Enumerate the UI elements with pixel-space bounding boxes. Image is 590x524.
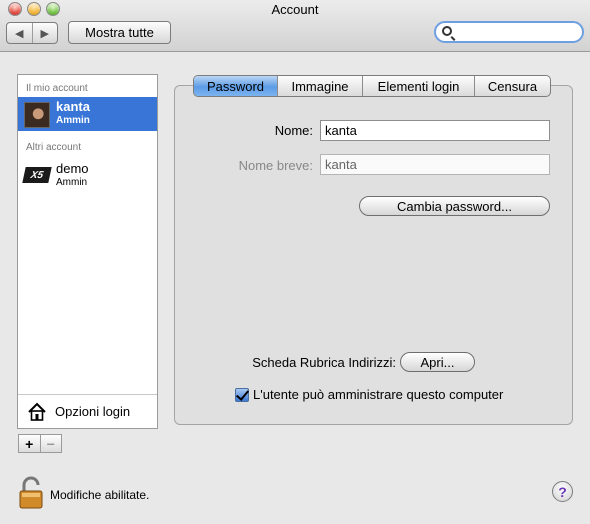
show-all-button[interactable]: Mostra tutte	[68, 21, 171, 44]
account-role: Ammin	[56, 115, 90, 126]
account-role: Ammin	[56, 177, 88, 188]
title-bar: Account ◀ ▶ Mostra tutte	[0, 0, 590, 52]
window-title: Account	[271, 2, 319, 17]
house-icon	[28, 402, 46, 421]
short-name-field: kanta	[320, 154, 550, 175]
account-name: kanta	[56, 99, 90, 114]
tab-image[interactable]: Immagine	[278, 76, 363, 96]
name-label: Nome:	[274, 123, 313, 138]
tab-password[interactable]: Password	[194, 76, 278, 96]
back-arrow-icon[interactable]: ◀	[7, 23, 33, 43]
help-button[interactable]: ?	[552, 481, 573, 502]
x5-logo-icon: X5	[22, 167, 52, 183]
account-list: Il mio account kanta Ammin Altri account…	[17, 74, 158, 429]
login-options-item[interactable]: Opzioni login	[18, 394, 157, 428]
account-item-demo[interactable]: X5 demo Ammin	[18, 159, 157, 193]
forward-arrow-icon[interactable]: ▶	[33, 23, 58, 43]
admin-checkbox-label: L'utente può amministrare questo compute…	[253, 387, 504, 402]
avatar	[24, 102, 50, 128]
lock-icon[interactable]	[18, 476, 46, 510]
account-item-kanta[interactable]: kanta Ammin	[18, 97, 157, 131]
other-accounts-header: Altri account	[26, 142, 82, 153]
back-forward-control: ◀ ▶	[6, 22, 58, 44]
tab-parental-controls[interactable]: Censura	[475, 76, 550, 96]
tab-login-items[interactable]: Elementi login	[363, 76, 475, 96]
admin-checkbox[interactable]	[235, 388, 249, 402]
account-name: demo	[56, 161, 89, 176]
change-password-button[interactable]: Cambia password...	[359, 196, 550, 216]
address-book-label: Scheda Rubrica Indirizzi:	[252, 355, 396, 370]
search-icon	[442, 26, 452, 36]
lock-status-text: Modifiche abilitate.	[50, 488, 150, 502]
tab-bar: Password Immagine Elementi login Censura	[193, 75, 551, 97]
add-remove-control: + −	[18, 434, 62, 453]
add-account-button[interactable]: +	[19, 435, 41, 452]
search-field[interactable]	[434, 21, 584, 43]
name-field[interactable]: kanta	[320, 120, 550, 141]
my-account-header: Il mio account	[26, 83, 88, 94]
login-options-label: Opzioni login	[55, 404, 131, 419]
open-address-book-button[interactable]: Apri...	[400, 352, 475, 372]
short-name-label: Nome breve:	[238, 158, 313, 173]
remove-account-button[interactable]: −	[41, 435, 62, 452]
